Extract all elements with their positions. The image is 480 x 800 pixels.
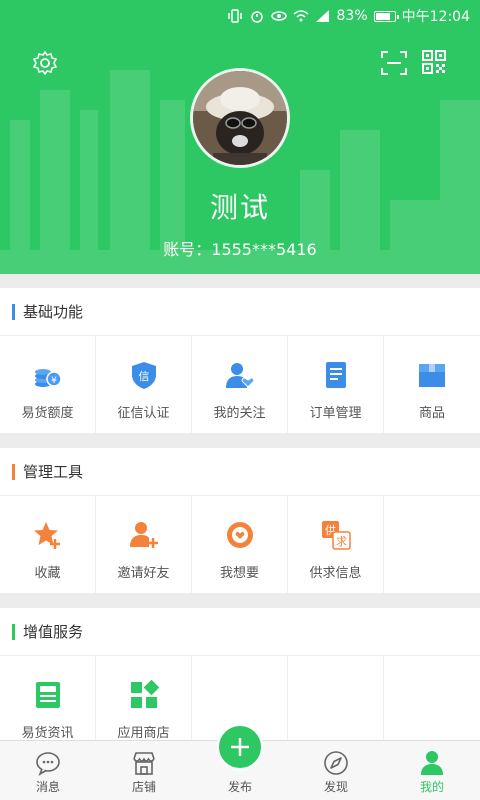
user-icon: [421, 751, 443, 775]
compass-icon: [324, 751, 348, 775]
wifi-icon: [293, 9, 309, 23]
nav-mine[interactable]: 我的: [384, 741, 480, 800]
clock: 中午12:04: [401, 9, 470, 25]
nav-label: 消息: [35, 780, 60, 794]
section-title: 增值服务: [23, 623, 84, 641]
qr-code-button[interactable]: [421, 49, 447, 75]
order-doc-icon: [325, 362, 346, 388]
menu-item-wishlist[interactable]: 我想要: [192, 496, 288, 593]
settings-button[interactable]: [32, 50, 58, 76]
menu-item-order-management[interactable]: 订单管理: [288, 336, 384, 433]
management-tools-section: 管理工具 收藏 邀请好友 我想要 供 求 供求信息: [0, 448, 480, 593]
value-added-services-section: 增值服务 易货资讯 应用商店: [0, 608, 480, 740]
section-accent-bar: [12, 303, 15, 320]
invite-user-icon: [129, 522, 158, 548]
nav-label: 我的: [419, 780, 444, 794]
nav-messages[interactable]: 消息: [0, 741, 96, 800]
menu-item-label: 订单管理: [309, 406, 362, 421]
menu-item-label: 征信认证: [117, 406, 170, 421]
section-title: 管理工具: [23, 463, 84, 481]
menu-item-barter-credit[interactable]: ¥ 易货额度: [0, 336, 96, 433]
nav-store[interactable]: 店铺: [96, 741, 192, 800]
avatar-photo: [193, 71, 287, 165]
app-store-icon: [130, 680, 159, 708]
nav-label: 店铺: [131, 780, 156, 794]
eye-icon: [270, 9, 287, 23]
menu-item-invite-friends[interactable]: 邀请好友: [96, 496, 192, 593]
nav-label: 发布: [227, 780, 252, 794]
empty-cell: [384, 656, 480, 740]
menu-item-barter-news[interactable]: 易货资讯: [0, 656, 96, 740]
menu-item-label: 收藏: [34, 566, 61, 581]
svg-text:信: 信: [138, 370, 149, 383]
basic-functions-section: 基础功能 ¥ 易货额度 信 征信认证 我的关注 订单管理 商品: [0, 288, 480, 433]
coins-icon: ¥: [34, 369, 62, 387]
section-accent-bar: [12, 623, 15, 640]
store-icon: [133, 752, 155, 775]
section-title: 基础功能: [23, 303, 84, 321]
avatar[interactable]: [190, 68, 290, 168]
credit-shield-icon: 信: [131, 362, 156, 389]
menu-item-products[interactable]: 商品: [384, 336, 480, 433]
profile-header: 83% 中午12:04 测试 账号：1555***5416: [0, 0, 480, 274]
publish-button[interactable]: [217, 724, 263, 770]
menu-item-credit-verification[interactable]: 信 征信认证: [96, 336, 192, 433]
menu-item-supply-demand[interactable]: 供 求 供求信息: [288, 496, 384, 593]
menu-item-label: 商品: [418, 406, 445, 421]
battery-icon: [373, 10, 399, 22]
news-icon: [35, 682, 60, 708]
vibrate-icon: [227, 9, 243, 23]
menu-item-label: 应用商店: [117, 726, 170, 740]
alarm-icon: [249, 9, 265, 23]
nav-label: 发现: [323, 780, 348, 794]
nav-discover[interactable]: 发现: [288, 741, 384, 800]
menu-item-label: 我的关注: [213, 406, 266, 421]
svg-text:求: 求: [336, 535, 347, 548]
section-accent-bar: [12, 463, 15, 480]
scan-button[interactable]: [380, 50, 408, 76]
account-number: 账号：1555***5416: [163, 240, 317, 259]
menu-item-app-store[interactable]: 应用商店: [96, 656, 192, 740]
box-icon: [419, 364, 445, 387]
menu-item-favorites[interactable]: 收藏: [0, 496, 96, 593]
status-bar: 83% 中午12:04: [0, 0, 480, 30]
signal-icon: [315, 9, 331, 23]
menu-item-label: 邀请好友: [117, 566, 170, 581]
qr-code-icon: [422, 50, 446, 74]
menu-item-label: 易货额度: [21, 406, 74, 421]
battery-percentage: 83%: [336, 8, 368, 24]
menu-item-label: 我想要: [219, 566, 259, 581]
menu-item-label: 易货资讯: [21, 726, 74, 740]
message-icon: [36, 752, 60, 776]
menu-item-label: 供求信息: [309, 566, 362, 581]
section-header: 增值服务: [0, 608, 480, 656]
empty-cell: [384, 496, 480, 593]
empty-cell: [288, 656, 384, 740]
svg-text:¥: ¥: [51, 376, 57, 386]
section-header: 基础功能: [0, 288, 480, 336]
section-header: 管理工具: [0, 448, 480, 496]
plus-icon: [231, 738, 249, 756]
scan-icon: [381, 51, 407, 75]
follow-user-icon: [225, 363, 254, 388]
supply-demand-icon: 供 求: [321, 521, 351, 550]
heart-badge-icon: [226, 522, 253, 548]
star-plus-icon: [33, 522, 60, 549]
menu-item-my-follows[interactable]: 我的关注: [192, 336, 288, 433]
gear-icon: [33, 51, 57, 75]
profile-name: 测试: [209, 191, 270, 224]
